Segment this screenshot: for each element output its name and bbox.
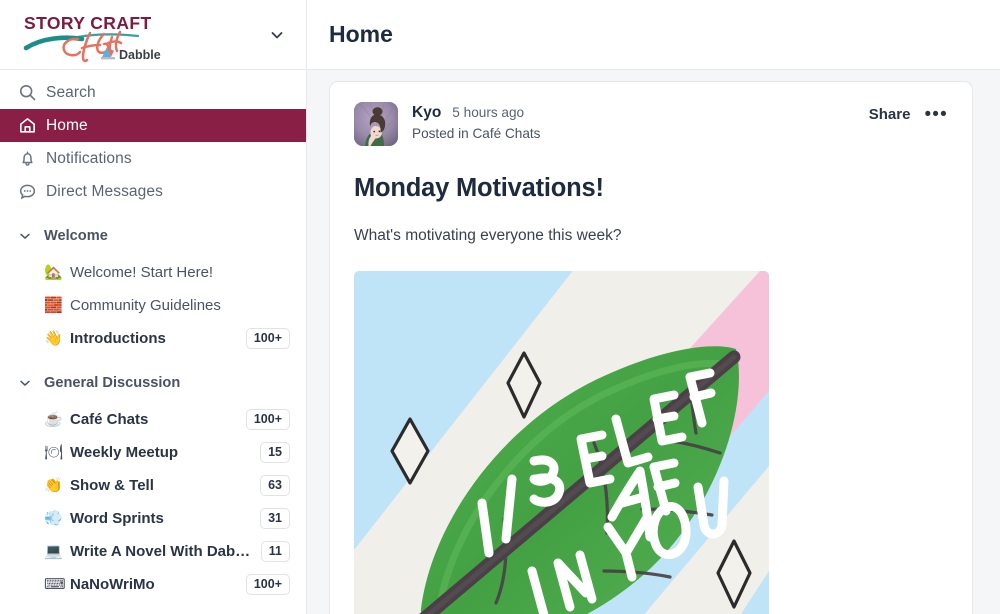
unread-count-badge: 11	[260, 541, 290, 562]
sidebar-channel-community-guidelines[interactable]: 🧱 Community Guidelines	[0, 289, 306, 322]
unread-count-badge: 100+	[245, 574, 290, 595]
channel-name: Write A Novel With Dabbl...	[70, 543, 253, 560]
sidebar-item-notifications[interactable]: Notifications	[0, 142, 306, 175]
sidebar-channel-nanowrimo[interactable]: ⌨ NaNoWriMo 100+	[0, 568, 306, 601]
sidebar-channel-show-and-tell[interactable]: 👏 Show & Tell 63	[0, 469, 306, 502]
chevron-down-icon	[18, 229, 44, 243]
app-root: STORY CRAFT Dabble Search Home Notificat…	[0, 0, 1000, 614]
sidebar-collapse-chevron-down-icon[interactable]	[262, 20, 292, 50]
sidebar-channel-write-a-novel-with-dabble[interactable]: 💻 Write A Novel With Dabbl... 11	[0, 535, 306, 568]
post-feed[interactable]: Kyo 5 hours ago Posted in Café Chats Sha…	[307, 70, 1000, 614]
fork-plate-knife-emoji: 🍽	[44, 444, 64, 461]
sidebar-channel-weekly-meetup[interactable]: 🍽 Weekly Meetup 15	[0, 436, 306, 469]
laptop-emoji: 💻	[44, 543, 63, 560]
share-button[interactable]: Share	[869, 106, 911, 123]
sidebar-section-welcome[interactable]: Welcome	[0, 216, 306, 256]
sidebar-item-direct-messages[interactable]: Direct Messages	[0, 175, 306, 208]
avatar[interactable]	[354, 102, 398, 146]
main-content: Home Kyo 5 hours ago Posted in Café Chat…	[307, 0, 1000, 614]
chevron-down-icon	[18, 376, 44, 390]
post-header: Kyo 5 hours ago Posted in Café Chats Sha…	[354, 102, 948, 146]
unread-count-badge: 100+	[245, 409, 290, 430]
sidebar: STORY CRAFT Dabble Search Home Notificat…	[0, 0, 307, 614]
scroll-emoji: 🧱	[44, 297, 63, 314]
bell-icon	[18, 149, 46, 168]
sidebar-section-label: Welcome	[44, 228, 108, 244]
post-author[interactable]: Kyo	[412, 104, 441, 122]
sidebar-item-home[interactable]: Home	[0, 109, 306, 142]
hot-beverage-emoji: ☕	[44, 411, 63, 428]
post-card: Kyo 5 hours ago Posted in Café Chats Sha…	[329, 81, 973, 614]
channel-name: Community Guidelines	[70, 297, 221, 314]
channel-name: NaNoWriMo	[70, 576, 155, 593]
post-image[interactable]	[354, 271, 769, 614]
keyboard-emoji: ⌨	[44, 576, 66, 593]
clapping-hands-emoji: 👏	[44, 477, 63, 494]
house-with-garden-emoji: 🏡	[44, 264, 63, 281]
search-icon	[18, 83, 46, 102]
sidebar-section-label: General Discussion	[44, 375, 181, 391]
post-channel[interactable]: Posted in Café Chats	[412, 126, 869, 141]
channel-name: Introductions	[70, 330, 166, 347]
sidebar-item-label: Home	[46, 116, 88, 134]
post-timestamp: 5 hours ago	[452, 105, 525, 120]
svg-text:Dabble: Dabble	[119, 48, 161, 62]
sidebar-item-label: Search	[46, 83, 96, 101]
home-icon	[18, 116, 46, 135]
sidebar-item-label: Direct Messages	[46, 182, 163, 200]
sidebar-item-search[interactable]: Search	[0, 76, 306, 109]
channel-name: Word Sprints	[70, 510, 164, 527]
svg-text:STORY CRAFT: STORY CRAFT	[24, 13, 152, 33]
sidebar-header: STORY CRAFT Dabble	[0, 0, 306, 70]
unread-count-badge: 63	[260, 475, 290, 496]
sidebar-channel-word-sprints[interactable]: 💨 Word Sprints 31	[0, 502, 306, 535]
sidebar-channel-cafe-chats[interactable]: ☕ Café Chats 100+	[0, 403, 306, 436]
channel-name: Weekly Meetup	[70, 444, 179, 461]
sidebar-item-label: Notifications	[46, 149, 132, 167]
channel-name: Show & Tell	[70, 477, 154, 494]
sidebar-channel-introductions[interactable]: 👋 Introductions 100+	[0, 322, 306, 355]
post-meta: Kyo 5 hours ago Posted in Café Chats	[412, 102, 869, 141]
post-actions: Share •••	[869, 102, 948, 124]
dash-emoji: 💨	[44, 510, 63, 527]
sidebar-channel-welcome-start-here[interactable]: 🏡 Welcome! Start Here!	[0, 256, 306, 289]
unread-count-badge: 100+	[245, 328, 290, 349]
more-options-icon[interactable]: •••	[924, 105, 948, 124]
channel-name: Welcome! Start Here!	[70, 264, 214, 281]
sidebar-scroll-area[interactable]: Search Home Notifications Direct Message…	[0, 70, 306, 614]
page-title: Home	[329, 21, 393, 47]
post-body: What's motivating everyone this week?	[354, 227, 622, 244]
page-header: Home	[307, 0, 1000, 70]
unread-count-badge: 15	[260, 442, 290, 463]
brand-logo[interactable]: STORY CRAFT Dabble	[16, 7, 262, 63]
post-title: Monday Motivations!	[354, 174, 604, 202]
channel-name: Café Chats	[70, 411, 149, 428]
sidebar-section-general-discussion[interactable]: General Discussion	[0, 363, 306, 403]
waving-hand-emoji: 👋	[44, 330, 63, 347]
unread-count-badge: 31	[260, 508, 290, 529]
chat-bubble-icon	[18, 182, 46, 201]
